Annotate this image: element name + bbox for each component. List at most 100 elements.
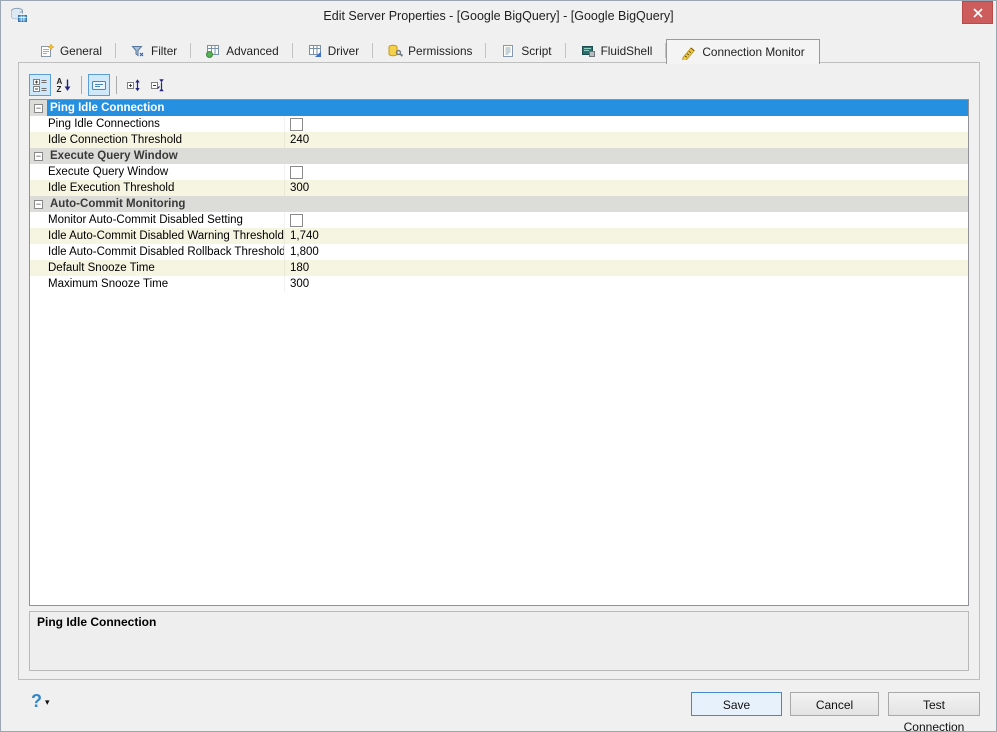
- category-expander[interactable]: −: [30, 148, 47, 164]
- expand-all-button[interactable]: [123, 74, 145, 96]
- save-button[interactable]: Save: [691, 692, 782, 716]
- checkbox[interactable]: [290, 165, 303, 179]
- cancel-button[interactable]: Cancel: [790, 692, 879, 716]
- show-description-button[interactable]: [88, 74, 110, 96]
- close-icon: [972, 7, 983, 18]
- tab-label: FluidShell: [600, 44, 653, 58]
- tab-label: General: [60, 44, 102, 58]
- property-row[interactable]: Execute Query Window: [30, 164, 968, 180]
- alphabetical-sort-button[interactable]: A Z: [53, 74, 75, 96]
- category-row[interactable]: − Ping Idle Connection: [30, 100, 968, 116]
- monitor-pencil-icon: [682, 46, 696, 60]
- property-name: Idle Auto-Commit Disabled Rollback Thres…: [48, 246, 284, 258]
- terminal-icon: [581, 46, 595, 57]
- property-name: Default Snooze Time: [48, 262, 155, 274]
- test-connection-button[interactable]: Test Connection: [888, 692, 980, 731]
- row-gutter: [30, 212, 47, 228]
- description-panel: Ping Idle Connection: [29, 611, 969, 671]
- property-value[interactable]: 300: [284, 180, 968, 196]
- property-name: Idle Connection Threshold: [48, 134, 183, 146]
- row-gutter: [30, 244, 47, 260]
- row-gutter: [30, 180, 47, 196]
- property-row[interactable]: Monitor Auto-Commit Disabled Setting: [30, 212, 968, 228]
- category-expander[interactable]: −: [30, 196, 47, 212]
- tab-filter[interactable]: Filter: [116, 39, 192, 63]
- tab-connection-monitor[interactable]: Connection Monitor: [666, 39, 820, 64]
- property-row[interactable]: Ping Idle Connections: [30, 116, 968, 132]
- toolbar-separator: [81, 76, 82, 94]
- collapse-minus-icon[interactable]: −: [34, 199, 43, 209]
- edit-server-properties-dialog: Edit Server Properties - [Google BigQuer…: [0, 0, 997, 732]
- tab-permissions[interactable]: Permissions: [373, 39, 487, 63]
- property-grid-toolbar: A Z: [29, 73, 169, 97]
- property-name: Execute Query Window: [48, 166, 169, 178]
- help-menu-button[interactable]: ? ▾: [31, 691, 50, 711]
- category-title: Execute Query Window: [50, 150, 178, 162]
- filter-funnel-icon: [131, 46, 144, 57]
- checkbox[interactable]: [290, 117, 303, 131]
- category-title: Auto-Commit Monitoring: [50, 198, 186, 210]
- row-gutter: [30, 276, 47, 292]
- row-gutter: [30, 116, 47, 132]
- tab-label: Filter: [150, 44, 178, 58]
- property-name: Maximum Snooze Time: [48, 278, 169, 290]
- collapse-all-button[interactable]: [147, 74, 169, 96]
- tab-label: Script: [521, 44, 552, 58]
- help-icon: ?: [31, 691, 42, 711]
- property-value[interactable]: [284, 116, 968, 132]
- window-title: Edit Server Properties - [Google BigQuer…: [323, 9, 674, 23]
- close-button[interactable]: [962, 1, 993, 24]
- collapse-minus-icon[interactable]: −: [34, 151, 43, 161]
- category-row[interactable]: − Execute Query Window: [30, 148, 968, 164]
- tab-driver[interactable]: Driver: [293, 39, 374, 63]
- property-value[interactable]: 1,740: [284, 228, 968, 244]
- property-name: Idle Auto-Commit Disabled Warning Thresh…: [48, 230, 284, 242]
- categorized-view-button[interactable]: [29, 74, 51, 96]
- property-value[interactable]: 180: [284, 260, 968, 276]
- property-value[interactable]: [284, 212, 968, 228]
- property-row[interactable]: Idle Connection Threshold 240: [30, 132, 968, 148]
- property-row[interactable]: Idle Auto-Commit Disabled Rollback Thres…: [30, 244, 968, 260]
- connection-monitor-tab-page: A Z − Ping Idle Connection Ping Idle Con…: [18, 62, 980, 680]
- description-title: Ping Idle Connection: [37, 615, 157, 629]
- property-value[interactable]: 240: [284, 132, 968, 148]
- category-expander[interactable]: −: [30, 100, 47, 116]
- tab-label: Driver: [327, 44, 360, 58]
- chevron-down-icon: ▾: [45, 697, 50, 707]
- collapse-minus-icon[interactable]: −: [34, 103, 43, 113]
- tab-strip: General Filter Advanced Driver Permissio…: [25, 39, 820, 64]
- expand-all-icon: [127, 79, 140, 92]
- property-grid[interactable]: − Ping Idle Connection Ping Idle Connectio…: [29, 99, 969, 606]
- grid-blue-arrow-icon: [308, 45, 321, 57]
- svg-text:Z: Z: [57, 85, 62, 93]
- property-value[interactable]: [284, 164, 968, 180]
- property-name: Ping Idle Connections: [48, 118, 160, 130]
- property-name: Monitor Auto-Commit Disabled Setting: [48, 214, 243, 226]
- toolbar-separator: [116, 76, 117, 94]
- row-gutter: [30, 164, 47, 180]
- tab-fluidshell[interactable]: FluidShell: [566, 39, 667, 63]
- property-row[interactable]: Maximum Snooze Time 300: [30, 276, 968, 292]
- title-bar: Edit Server Properties - [Google BigQuer…: [1, 1, 996, 31]
- tab-script[interactable]: Script: [486, 39, 566, 63]
- property-row[interactable]: Idle Auto-Commit Disabled Warning Thresh…: [30, 228, 968, 244]
- category-row[interactable]: − Auto-Commit Monitoring: [30, 196, 968, 212]
- yellow-db-key-icon: [388, 44, 404, 57]
- row-gutter: [30, 132, 47, 148]
- tab-general[interactable]: General: [25, 39, 116, 63]
- checkbox[interactable]: [290, 213, 303, 227]
- alphabetical-sort-icon: A Z: [57, 77, 71, 93]
- row-gutter: [30, 228, 47, 244]
- script-page-icon: [503, 45, 514, 57]
- tab-label: Permissions: [408, 44, 473, 58]
- form-star-icon: [41, 43, 55, 57]
- property-row[interactable]: Idle Execution Threshold 300: [30, 180, 968, 196]
- property-name: Idle Execution Threshold: [48, 182, 175, 194]
- tab-advanced[interactable]: Advanced: [191, 39, 294, 63]
- property-row[interactable]: Default Snooze Time 180: [30, 260, 968, 276]
- collapse-all-icon: [151, 79, 164, 92]
- categorized-view-icon: [33, 79, 47, 92]
- tab-label: Advanced: [226, 44, 279, 58]
- property-value[interactable]: 300: [284, 276, 968, 292]
- property-value[interactable]: 1,800: [284, 244, 968, 260]
